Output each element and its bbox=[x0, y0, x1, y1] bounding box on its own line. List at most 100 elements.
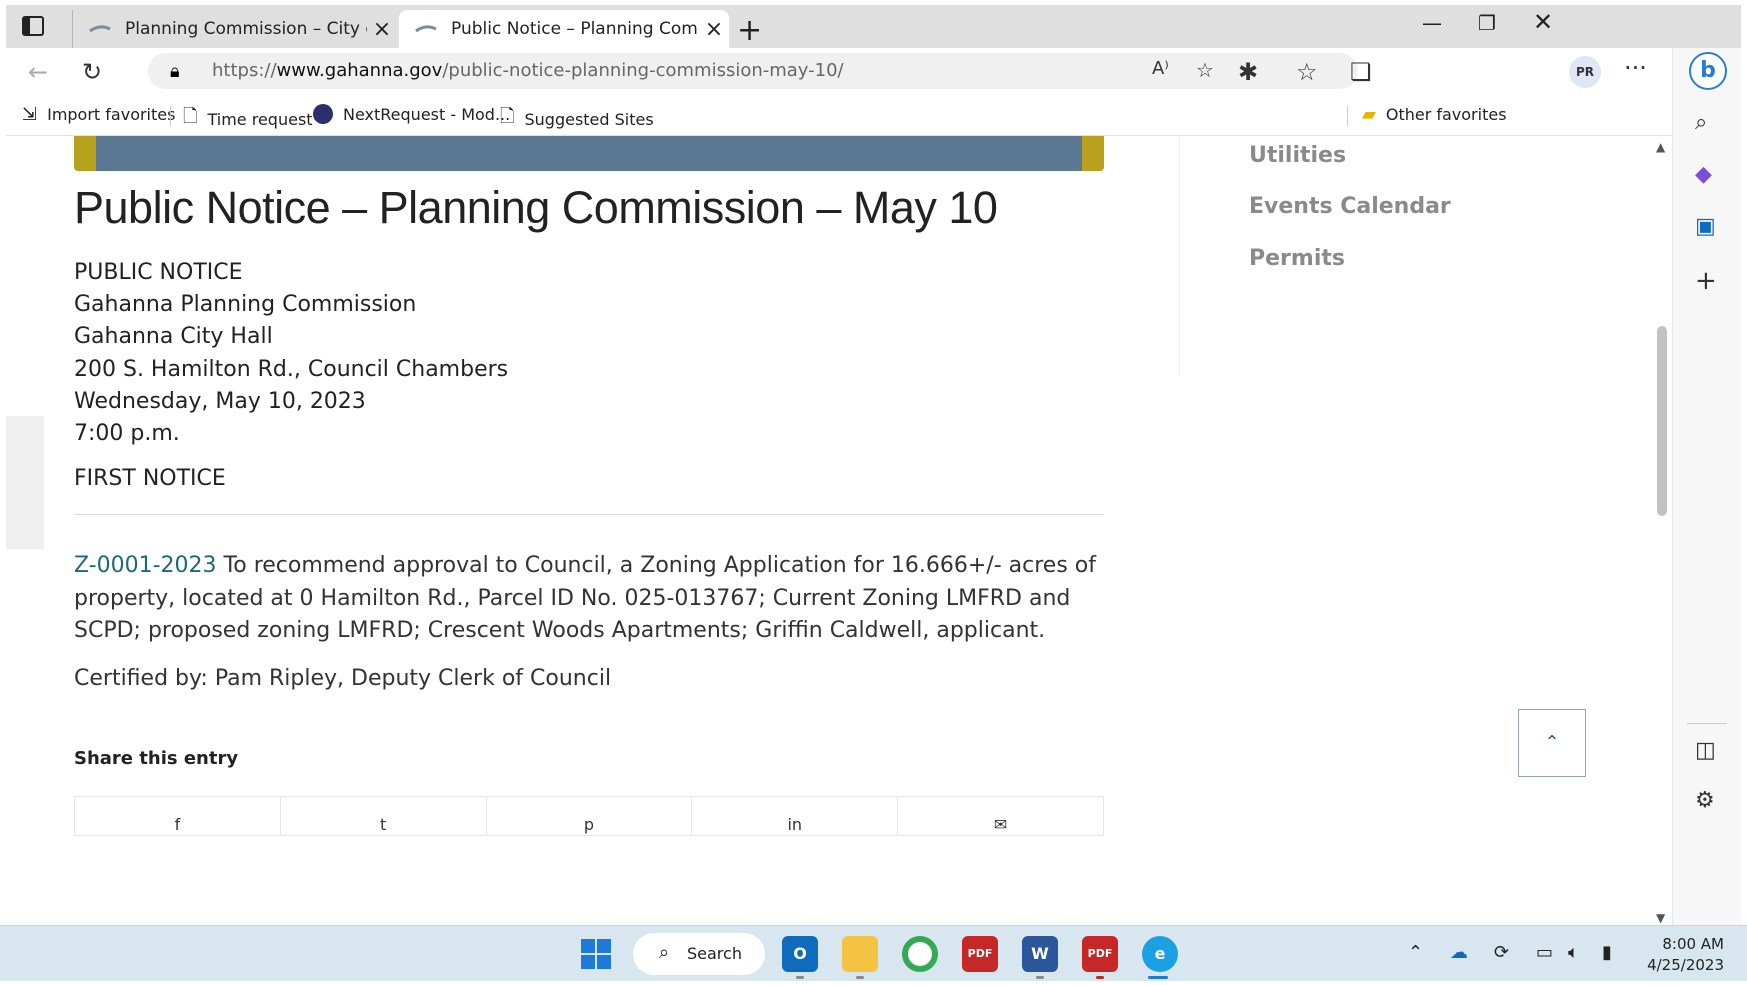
office-icon[interactable]: ◆ bbox=[1695, 162, 1712, 187]
sidebar-link-permits[interactable]: Permits bbox=[1249, 246, 1345, 271]
read-aloud-icon[interactable]: A⁾ bbox=[1152, 58, 1169, 79]
notice-line: Wednesday, May 10, 2023 bbox=[74, 388, 366, 414]
certification-text: Certified by: Pam Ripley, Deputy Clerk o… bbox=[74, 666, 612, 691]
running-indicator bbox=[1096, 976, 1104, 979]
search-icon: ⌕ bbox=[659, 942, 670, 963]
import-icon: ⇲ bbox=[22, 104, 38, 125]
favorite-import[interactable]: ⇲ Import favorites bbox=[22, 104, 175, 125]
notice-label: FIRST NOTICE bbox=[74, 466, 226, 491]
close-window-icon[interactable]: ✕ bbox=[1533, 8, 1553, 36]
share-heading: Share this entry bbox=[74, 748, 239, 769]
extensions-icon[interactable]: ✱ bbox=[1238, 58, 1258, 86]
notice-line: PUBLIC NOTICE bbox=[74, 260, 243, 285]
hide-sidebar-icon[interactable]: ◫ bbox=[1695, 738, 1716, 763]
more-menu-icon[interactable]: ··· bbox=[1624, 54, 1647, 82]
gahanna-favicon-icon bbox=[415, 25, 437, 33]
scroll-down-icon[interactable]: ▼ bbox=[1656, 911, 1665, 925]
notice-line: 200 S. Hamilton Rd., Council Chambers bbox=[74, 356, 509, 382]
header-banner bbox=[74, 136, 1104, 171]
outlook-icon[interactable]: ▣ bbox=[1695, 214, 1716, 239]
url-text[interactable]: https://www.gahanna.gov/public-notice-pl… bbox=[212, 60, 844, 81]
sidebar-link-utilities[interactable]: Utilities bbox=[1249, 143, 1346, 168]
lock-icon[interactable]: 🔒︎ bbox=[170, 61, 180, 82]
running-indicator bbox=[796, 976, 804, 979]
tab-public-notice[interactable]: Public Notice – Planning Commission – Ma… bbox=[399, 10, 729, 48]
case-link[interactable]: Z-0001-2023 bbox=[74, 553, 217, 578]
share-facebook-icon[interactable]: f bbox=[75, 797, 281, 835]
new-tab-icon[interactable]: + bbox=[737, 13, 762, 48]
taskbar-search[interactable]: ⌕ Search bbox=[633, 933, 765, 975]
file-explorer-icon[interactable] bbox=[842, 936, 878, 972]
share-pinterest-icon[interactable]: p bbox=[487, 797, 693, 835]
back-to-top-button[interactable]: ⌃ bbox=[1518, 709, 1586, 777]
windows-taskbar: ⌕ Search O PDF W PDF e ⌃ ☁ ⟳ ▭ 🔈︎ ▮ 8:00… bbox=[0, 925, 1747, 981]
notice-line: Gahanna City Hall bbox=[74, 324, 273, 350]
share-bar: f t p in ✉ bbox=[74, 796, 1104, 836]
other-favorites[interactable]: ▰ Other favorites bbox=[1362, 104, 1507, 125]
add-favorite-icon[interactable]: ☆ bbox=[1196, 58, 1214, 82]
divider bbox=[1347, 106, 1348, 126]
favorites-icon[interactable]: ☆ bbox=[1296, 58, 1318, 86]
page-title: Public Notice – Planning Commission – Ma… bbox=[74, 182, 998, 233]
share-twitter-icon[interactable]: t bbox=[281, 797, 487, 835]
browser-window: Planning Commission – City of Gahanna × … bbox=[6, 5, 1741, 925]
outlook-app-icon[interactable]: O bbox=[782, 936, 818, 972]
divider bbox=[74, 514, 1104, 515]
favorite-nextrequest[interactable]: NextRequest - Mod... bbox=[313, 104, 510, 124]
case-description: Z-0001-2023 To recommend approval to Cou… bbox=[74, 553, 1096, 643]
divider bbox=[170, 106, 171, 126]
favorite-time-request[interactable]: 🗋︎ Time request bbox=[183, 104, 313, 134]
refresh-icon[interactable]: ↻ bbox=[82, 58, 102, 86]
sync-icon[interactable]: ⟳ bbox=[1494, 942, 1509, 963]
settings-gear-icon[interactable]: ⚙ bbox=[1695, 788, 1715, 813]
restore-icon[interactable]: ❐ bbox=[1478, 11, 1496, 35]
close-tab-icon[interactable]: × bbox=[699, 17, 729, 42]
page-icon: 🗋︎ bbox=[500, 106, 515, 127]
system-clock[interactable]: 8:00 AM 4/25/2023 bbox=[1644, 934, 1724, 976]
navigation-toolbar: ← ↻ 🔒︎ https://www.gahanna.gov/public-no… bbox=[6, 48, 1741, 94]
onedrive-icon[interactable]: ☁ bbox=[1450, 942, 1468, 963]
tab-planning-commission[interactable]: Planning Commission – City of Gahanna × bbox=[72, 10, 397, 48]
tab-title: Planning Commission – City of Gahanna bbox=[125, 19, 367, 39]
chrome-icon[interactable] bbox=[902, 936, 938, 972]
side-tab[interactable] bbox=[6, 416, 44, 549]
vertical-tabs-icon[interactable] bbox=[22, 16, 44, 36]
sidebar-divider bbox=[1179, 136, 1180, 376]
add-sidebar-app-icon[interactable]: + bbox=[1695, 266, 1717, 296]
word-icon[interactable]: W bbox=[1022, 936, 1058, 972]
tab-title: Public Notice – Planning Commission – Ma… bbox=[451, 19, 699, 39]
battery-icon[interactable]: ▮ bbox=[1602, 942, 1612, 963]
notice-line: 7:00 p.m. bbox=[74, 421, 180, 447]
address-bar[interactable]: 🔒︎ https://www.gahanna.gov/public-notice… bbox=[148, 53, 1358, 89]
scroll-up-icon[interactable]: ▲ bbox=[1656, 140, 1665, 154]
scroll-thumb[interactable] bbox=[1657, 326, 1667, 516]
back-icon[interactable]: ← bbox=[28, 58, 48, 86]
sidebar-link-events-calendar[interactable]: Events Calendar bbox=[1249, 194, 1451, 219]
close-tab-icon[interactable]: × bbox=[367, 17, 397, 42]
favorites-bar: ⇲ Import favorites 🗋︎ Time request NextR… bbox=[6, 94, 1741, 136]
tab-strip: Planning Commission – City of Gahanna × … bbox=[6, 5, 1741, 48]
search-icon[interactable]: ⌕ bbox=[1695, 110, 1707, 135]
show-hidden-icons-icon[interactable]: ⌃ bbox=[1408, 942, 1423, 963]
pdf-app-icon[interactable]: PDF bbox=[1082, 936, 1118, 972]
edge-browser-icon[interactable]: e bbox=[1142, 936, 1178, 972]
favorite-suggested-sites[interactable]: 🗋︎ Suggested Sites bbox=[500, 104, 654, 134]
folder-icon: ▰ bbox=[1362, 104, 1376, 125]
minimize-icon[interactable]: — bbox=[1422, 11, 1442, 35]
divider bbox=[1687, 723, 1727, 724]
page-scrollbar[interactable]: ▲ ▼ bbox=[1652, 136, 1672, 925]
bing-chat-icon[interactable]: b bbox=[1689, 52, 1727, 90]
pdf-editor-icon[interactable]: PDF bbox=[962, 936, 998, 972]
collections-icon[interactable]: ❏ bbox=[1350, 58, 1372, 86]
network-icon[interactable]: ▭ bbox=[1536, 942, 1553, 963]
windows-start-icon[interactable] bbox=[578, 936, 614, 972]
notice-address-block: PUBLIC NOTICE Gahanna Planning Commissio… bbox=[74, 257, 508, 450]
running-indicator bbox=[1036, 976, 1044, 979]
share-email-icon[interactable]: ✉ bbox=[898, 797, 1103, 835]
notice-line: Gahanna Planning Commission bbox=[74, 292, 417, 318]
nextrequest-icon bbox=[313, 104, 333, 124]
volume-icon[interactable]: 🔈︎ bbox=[1568, 942, 1579, 963]
gahanna-favicon-icon bbox=[89, 25, 111, 33]
share-linkedin-icon[interactable]: in bbox=[692, 797, 899, 835]
profile-avatar[interactable]: PR bbox=[1569, 56, 1601, 88]
